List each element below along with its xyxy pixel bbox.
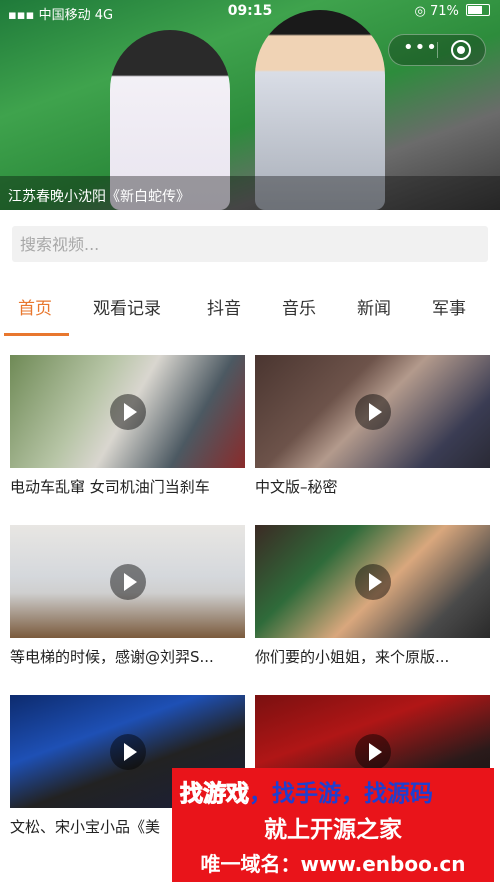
video-title[interactable]: 等电梯的时候，感谢@刘羿S...	[10, 646, 245, 667]
tab-music[interactable]: 音乐	[282, 294, 316, 319]
location-icon: ◎	[414, 4, 426, 19]
tab-douyin[interactable]: 抖音	[207, 294, 241, 319]
capsule-divider	[437, 42, 438, 58]
video-thumbnail[interactable]	[255, 525, 490, 638]
video-title[interactable]: 中文版–秘密	[255, 476, 490, 497]
hero-title[interactable]: 江苏春晚小沈阳《新白蛇传》	[8, 186, 190, 206]
video-title[interactable]: 你们要的小姐姐，来个原版...	[255, 646, 490, 667]
video-thumbnail[interactable]	[10, 355, 245, 468]
watermark-line2: 就上开源之家	[264, 817, 402, 843]
video-card[interactable]: 等电梯的时候，感谢@刘羿S...	[10, 525, 245, 667]
search-input[interactable]	[12, 226, 488, 262]
search-box[interactable]	[12, 226, 488, 262]
play-icon[interactable]	[109, 563, 146, 600]
tab-news[interactable]: 新闻	[357, 294, 391, 319]
close-miniprogram-icon[interactable]	[451, 40, 471, 60]
status-right: ◎ 71%	[414, 4, 490, 19]
watermark-line1: 找游戏，找手游，找源码	[180, 774, 434, 808]
play-icon[interactable]	[109, 733, 146, 770]
play-icon[interactable]	[354, 563, 391, 600]
tab-military[interactable]: 军事	[432, 294, 466, 319]
video-card[interactable]: 中文版–秘密	[255, 355, 490, 497]
video-thumbnail[interactable]	[10, 525, 245, 638]
video-title[interactable]: 电动车乱窜 女司机油门当刹车	[10, 476, 245, 497]
tab-history[interactable]: 观看记录	[93, 294, 161, 319]
play-icon[interactable]	[354, 733, 391, 770]
watermark-line3: 唯一域名：www.enboo.cn	[200, 852, 466, 876]
play-icon[interactable]	[354, 393, 391, 430]
watermark-banner: 找游戏，找手游，找源码 就上开源之家 唯一域名：www.enboo.cn	[172, 768, 494, 882]
status-bar: ▪▪▪ 中国移动 4G 09:15 ◎ 71%	[0, 0, 500, 24]
category-tabs: 首页 观看记录 抖音 音乐 新闻 军事	[0, 278, 500, 338]
hero-banner[interactable]: 江苏春晚小沈阳《新白蛇传》	[0, 0, 500, 210]
watermark-line1-highlight: 找游戏	[180, 781, 250, 808]
more-icon[interactable]: •••	[403, 37, 438, 58]
video-thumbnail[interactable]	[255, 355, 490, 468]
miniprogram-capsule: •••	[388, 34, 486, 66]
battery-icon	[466, 4, 490, 16]
video-card[interactable]: 你们要的小姐姐，来个原版...	[255, 525, 490, 667]
search-bar	[0, 210, 500, 278]
active-tab-indicator	[4, 333, 69, 336]
play-icon[interactable]	[109, 393, 146, 430]
video-card[interactable]: 电动车乱窜 女司机油门当刹车	[10, 355, 245, 497]
tab-home[interactable]: 首页	[18, 294, 52, 319]
watermark-line1-rest: ，找手游，找源码	[249, 781, 433, 807]
battery-label: 71%	[429, 4, 459, 19]
